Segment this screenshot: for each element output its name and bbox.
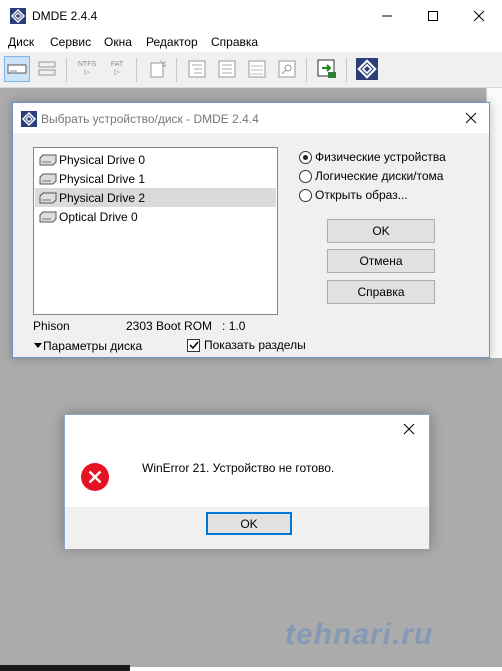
device-item[interactable]: Physical Drive 1 [35,169,276,188]
search-button[interactable] [274,56,300,82]
radio-logical-disks[interactable]: Логические диски/тома [299,169,443,183]
hard-drive-icon [39,154,57,165]
close-icon [465,112,477,124]
radio-label: Открыть образ... [315,188,408,202]
error-dialog-body [65,443,429,507]
device-label: Optical Drive 0 [59,209,138,224]
disk-params-toggle[interactable]: Параметры диска [33,339,142,353]
list-icon [218,60,236,78]
app-icon [21,111,37,127]
partitions-button[interactable] [34,56,60,82]
cancel-button[interactable]: Отмена [327,249,435,273]
grid-icon [248,60,266,78]
menu-bar: Диск Сервис Окна Редактор Справка [0,32,502,52]
close-icon [473,10,485,22]
toolbar-separator [306,58,307,82]
device-item[interactable]: Physical Drive 0 [35,150,276,169]
device-label: Physical Drive 0 [59,152,146,167]
title-bar: DMDE 2.4.4 [0,0,502,32]
error-message: WinError 21. Устройство не готово. [142,461,335,475]
ntfs-button[interactable]: NTFS ▷ [74,56,100,82]
radio-button[interactable] [299,188,312,202]
new-button[interactable] [144,56,170,82]
radio-button[interactable] [299,169,312,183]
error-dialog-close-button[interactable] [397,419,421,439]
new-file-icon [150,59,167,78]
device-item-selected[interactable]: Physical Drive 2 [35,188,276,207]
close-icon [403,423,415,435]
disk-vendor: Phison [33,319,70,333]
error-dialog-title-bar [65,415,429,443]
maximize-icon [428,11,438,21]
optical-drive-icon [39,211,57,222]
show-partitions-checkbox[interactable]: Показать разделы [187,338,306,352]
show-partitions-label: Показать разделы [204,338,306,352]
menu-service[interactable]: Сервис [50,35,91,49]
device-list[interactable]: Physical Drive 0 Physical Drive 1 Physic… [33,147,278,315]
file-list-button[interactable] [214,56,240,82]
taskbar-edge [130,667,502,671]
menu-help[interactable]: Справка [211,35,258,49]
radio-label: Логические диски/тома [315,169,444,183]
error-icon [81,463,109,491]
app-icon [10,8,26,24]
about-button[interactable] [354,56,380,82]
dialog-title: Выбрать устройство/диск - DMDE 2.4.4 [41,112,259,126]
hex-view-button[interactable] [244,56,270,82]
toolbar-separator [176,58,177,82]
toolbar-separator [136,58,137,82]
error-ok-button[interactable]: OK [206,512,292,535]
radio-label: Физические устройства [315,150,446,164]
disk-model: 2303 Boot ROM : 1.0 [126,319,246,333]
taskbar-edge [0,665,130,671]
dialog-title-bar: Выбрать устройство/диск - DMDE 2.4.4 [13,103,489,133]
help-button[interactable]: Справка [327,280,435,304]
menu-disk[interactable]: Диск [8,35,34,49]
device-item[interactable]: Optical Drive 0 [35,207,276,226]
checkmark-icon [188,341,199,350]
checkbox[interactable] [187,338,200,352]
drive-icon [7,64,27,74]
menu-windows[interactable]: Окна [104,35,132,49]
device-label: Physical Drive 1 [59,171,146,186]
radio-button[interactable] [299,150,312,164]
recover-button[interactable] [314,56,340,82]
dialog-close-button[interactable] [459,107,483,129]
fat-button[interactable]: FAT ▷ [104,56,130,82]
toolbar-separator [346,58,347,82]
dmde-logo-icon [356,58,378,80]
device-label: Physical Drive 2 [59,190,146,205]
partitions-icon [38,61,56,76]
triangle-down-icon [34,343,42,348]
search-icon [278,60,296,78]
fat-label: FAT [110,61,124,68]
toolbar: NTFS ▷ FAT ▷ [0,52,502,88]
toolbar-separator [66,58,67,82]
app-title: DMDE 2.4.4 [32,9,98,23]
ok-button[interactable]: OK [327,219,435,243]
radio-open-image[interactable]: Открыть образ... [299,188,408,202]
directory-tree-button[interactable] [184,56,210,82]
tree-icon [188,60,206,78]
close-button[interactable] [456,0,502,32]
select-device-button[interactable] [4,56,30,82]
radio-physical-devices[interactable]: Физические устройства [299,150,446,164]
error-dialog: WinError 21. Устройство не готово. OK [64,414,430,549]
maximize-button[interactable] [410,0,456,32]
disk-params-label: Параметры диска [43,339,143,353]
ntfs-label: NTFS [77,61,97,68]
hard-drive-icon [39,192,57,203]
recover-icon [317,59,336,78]
watermark: tehnari.ru [285,618,434,651]
select-device-dialog: Выбрать устройство/диск - DMDE 2.4.4 Phy… [12,102,490,358]
minimize-icon [382,15,392,17]
minimize-button[interactable] [364,0,410,32]
menu-editor[interactable]: Редактор [146,35,198,49]
hard-drive-icon [39,173,57,184]
